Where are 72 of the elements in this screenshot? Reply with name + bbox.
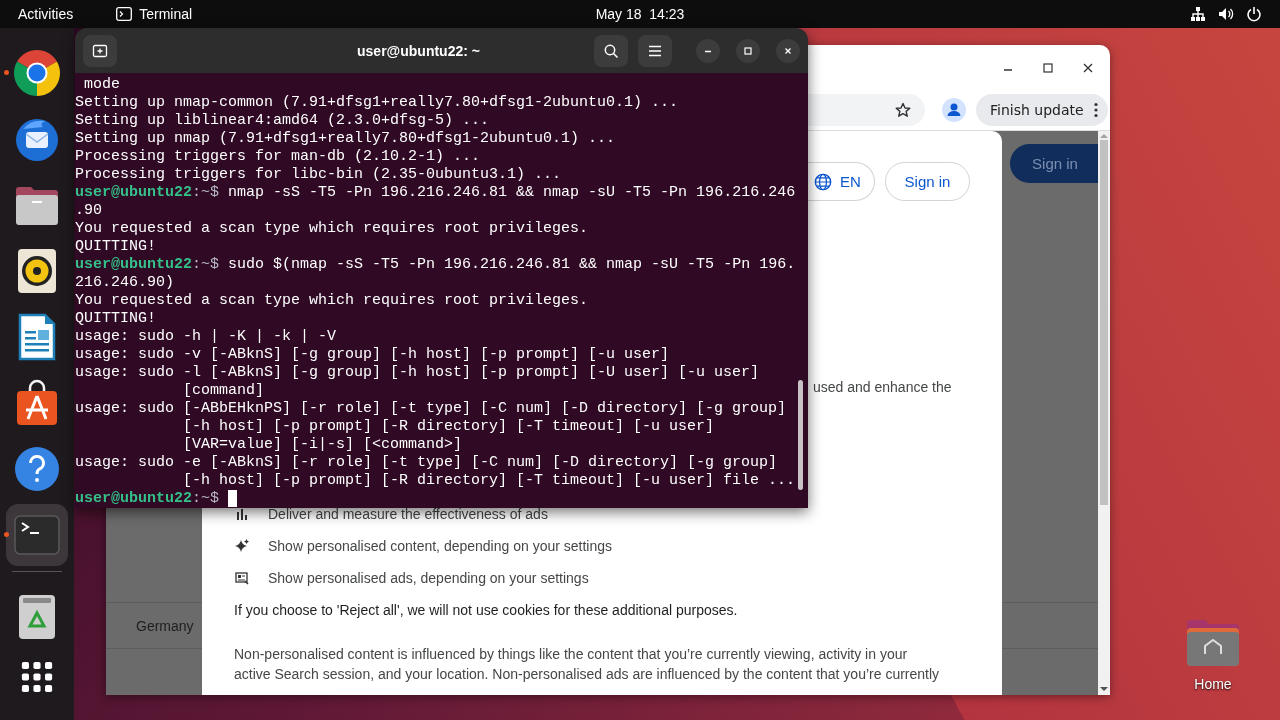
profile-icon[interactable] [942,98,966,122]
terminal-output: Setting up liblinear4:amd64 (2.3.0+dfsg-5) ... [75,112,491,130]
power-icon[interactable] [1246,6,1262,22]
reject-note: If you choose to 'Reject all', we will not use cookies for these additional purposes. [233,601,739,620]
terminal-output: [command] [182,382,266,400]
close-icon[interactable] [1082,61,1094,74]
info-paragraph: Non-personalised content is influenced by things like the content that you’re currently viewing, activity in your active Search session, and your location. Non-personalised ads are influenced by the content that you’re currently [233,645,941,684]
ad-icon [235,571,249,585]
terminal-output: Setting up nmap (7.91+dfsg1+really7.80+dfsg1-2ubuntu0.1) ... [75,130,617,148]
browser-icon [13,49,61,97]
globe-icon [814,172,832,191]
terminal-output: .90 [75,202,103,220]
new-tab-button[interactable] [83,34,117,67]
purpose-text: Show personalised content, depending on your settings [268,538,612,554]
terminal-output: [-h host] [-p prompt] [-R directory] [-T timeout] [-u user] [182,418,716,436]
terminal-output: usage: sudo -l [-ABknS] [-g group] [-h host] [-p prompt] [-U user] [-u user] [75,364,761,382]
maximize-icon[interactable] [1042,61,1054,74]
terminal-output: usage: sudo -v [-ABknS] [-g group] [-h host] [-p prompt] [-u user] [75,346,671,364]
terminal-output: usage: sudo [-ABbEHknPS] [-r role] [-t type] [-C num] [-D directory] [-g group] [75,400,788,418]
prompt-path: :~$ [192,256,220,273]
body-text: used and enhance the [813,378,952,397]
prompt-path: :~$ [192,490,220,507]
clock[interactable]: May 18 14:23 [590,6,690,22]
country-label: Germany [136,617,194,634]
terminal-icon [116,7,133,21]
terminal-output: Setting up nmap-common (7.91+dfsg1+really7.80+dfsg1-2ubuntu0.1) ... [75,94,680,112]
sign-in-button[interactable]: Sign in [885,162,970,201]
menu-button[interactable] [638,34,672,67]
prompt-user: user@ubuntu22 [75,256,193,273]
scrollbar[interactable] [798,380,803,490]
language-button[interactable]: EN [808,162,875,201]
window-title: user@ubuntu22: ~ [356,42,481,59]
desktop-icon-label[interactable]: Home [1194,676,1232,692]
close-button[interactable] [776,38,800,63]
maximize-icon[interactable] [742,44,754,57]
network-icon[interactable] [1190,6,1206,22]
search-button[interactable] [594,34,628,67]
finish-update-button[interactable]: Finish update [976,94,1108,126]
help-icon [13,445,61,493]
terminal-output: Processing triggers for man-db (2.10.2-1) ... [75,148,482,166]
prompt-user: user@ubuntu22 [75,184,193,201]
purpose-text: Show personalised ads, depending on your settings [268,570,589,586]
prompt-user: user@ubuntu22 [75,490,193,507]
terminal-output: [-h host] [-p prompt] [-R directory] [-T timeout] [-u user] file ... [182,472,797,490]
purpose-text: Deliver and measure the effectiveness of ads [268,506,548,522]
sparkle-icon [235,539,249,553]
bar-chart-icon [235,507,249,521]
terminal-output: usage: sudo -e [-ABknS] [-r role] [-t type] [-C num] [-D directory] [-g group] [75,454,779,472]
activities-button[interactable]: Activities [18,6,74,22]
scrollbar[interactable] [1098,131,1110,695]
terminal-output: 216.246.90) [75,274,176,292]
terminal-output: QUITTING! [75,310,157,328]
command-text: nmap -sS -T5 -Pn 196.216.246.81 && nmap -sU -T5 -Pn 196.216.246 [228,184,796,201]
maximize-button[interactable] [736,38,760,63]
app-grid-icon[interactable] [21,661,53,693]
terminal-output: You requested a scan type which requires root privileges. [75,292,590,310]
volume-icon[interactable] [1218,6,1234,22]
home-folder-icon[interactable] [1185,618,1241,668]
prompt-path: :~$ [192,184,220,201]
terminal-output: mode [83,76,121,94]
search-icon[interactable] [603,42,619,59]
app-menu-label[interactable]: Terminal [139,6,193,22]
more-menu-icon[interactable] [1093,102,1098,118]
bookmark-star-icon[interactable] [895,102,911,118]
terminal-output: QUITTING! [75,238,157,256]
terminal-output: [VAR=value] [-i|-s] [<command>] [182,436,464,454]
command-text: sudo $(nmap -sS -T5 -Pn 196.216.246.81 && nmap -sU -T5 -Pn 196. [228,256,796,273]
terminal-output: Processing triggers for libc-bin (2.35-0ubuntu3.1) ... [75,166,563,184]
new-tab-icon[interactable] [92,42,108,59]
sign-in-button[interactable]: Sign in [1010,144,1098,183]
terminal-output: You requested a scan type which requires root privileges. [75,220,590,238]
terminal-output: usage: sudo -h | -K | -k | -V [75,328,338,346]
